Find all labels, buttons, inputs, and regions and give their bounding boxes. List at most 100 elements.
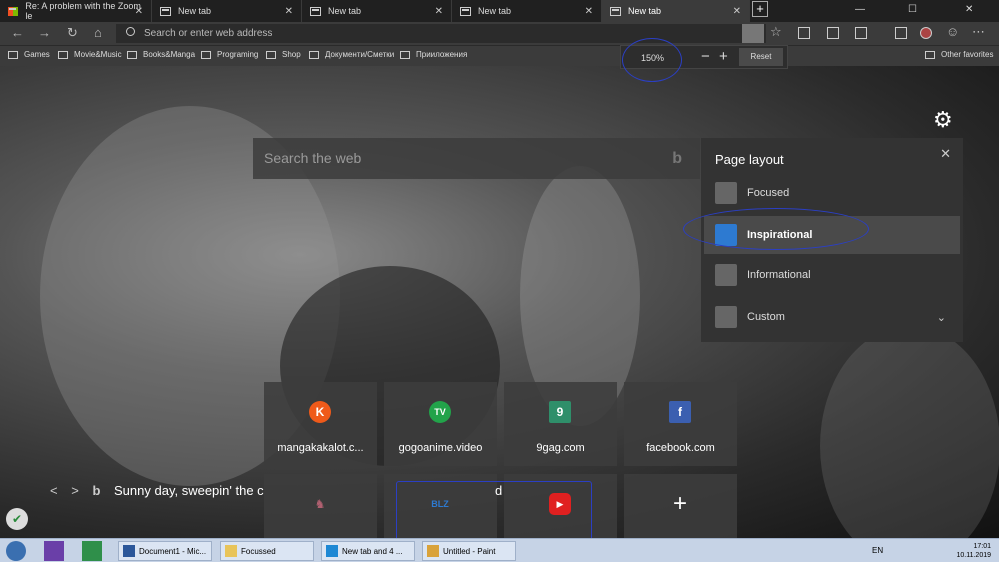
start-button[interactable] — [6, 541, 26, 561]
folder-icon — [400, 50, 410, 59]
tab-3[interactable]: New tab ✕ — [452, 0, 602, 22]
new-tab-button[interactable]: + — [752, 1, 768, 17]
clock-time: 17:01 — [973, 543, 991, 550]
avatar[interactable] — [920, 27, 932, 39]
tab-label: New tab — [178, 6, 212, 16]
shield-icon[interactable]: ✔ — [6, 508, 28, 530]
refresh-icon[interactable]: ↻ — [67, 25, 78, 41]
reading-list-icon[interactable] — [855, 27, 867, 39]
quick-link-tile[interactable]: TV gogoanime.video — [384, 382, 497, 466]
quick-link-tile[interactable]: ♞ — [264, 474, 377, 538]
folder-icon — [225, 545, 237, 557]
taskbar-label: Untitled - Paint — [443, 546, 496, 556]
language-indicator[interactable]: EN — [872, 546, 883, 555]
bookmark-shop[interactable]: Shop — [266, 50, 301, 59]
tab-4[interactable]: New tab ✕ — [602, 0, 750, 22]
favorites-icon[interactable] — [895, 27, 907, 39]
bookmark-games[interactable]: Games — [8, 50, 50, 59]
quick-link-tile[interactable]: K mangakakalot.c... — [264, 382, 377, 466]
next-icon[interactable]: > — [71, 483, 79, 498]
close-icon[interactable]: ✕ — [135, 6, 143, 17]
other-favorites[interactable]: Other favorites — [925, 50, 993, 59]
bing-icon: b — [92, 483, 101, 498]
add-quick-link-button[interactable]: + — [624, 474, 737, 538]
tab-1[interactable]: New tab ✕ — [152, 0, 302, 22]
settings-gear-icon[interactable]: ⚙ — [933, 107, 953, 133]
visual-studio-icon[interactable] — [44, 541, 64, 561]
folder-icon — [266, 50, 276, 59]
tab-label: New tab — [478, 6, 512, 16]
close-icon[interactable]: ✕ — [585, 6, 593, 17]
folder-icon — [8, 50, 18, 59]
taskbar-item-explorer[interactable]: Focussed — [220, 541, 314, 561]
close-window-icon[interactable]: ✕ — [965, 4, 973, 15]
bookmark-movie-music[interactable]: Movie&Music — [58, 50, 122, 59]
9gag-icon: 9 — [549, 401, 571, 423]
clock[interactable]: 17:01 10.11.2019 — [956, 542, 991, 560]
folder-icon — [309, 50, 319, 59]
bing-icon[interactable]: b — [672, 138, 682, 179]
page-icon — [310, 6, 321, 16]
favorite-star-icon[interactable]: ☆ — [770, 24, 782, 40]
address-toolbar: ← → ↻ ⌂ Search or enter web address ☆ ☺ … — [0, 22, 999, 45]
taskbar-label: New tab and 4 ... — [342, 546, 403, 556]
previous-icon[interactable]: < — [50, 483, 58, 498]
minimize-icon[interactable]: — — [855, 4, 865, 15]
screenshot-icon[interactable] — [827, 27, 839, 39]
web-search-input[interactable]: Search the web b — [253, 138, 700, 179]
back-icon[interactable]: ← — [11, 25, 24, 40]
maximize-icon[interactable]: ☐ — [908, 4, 917, 15]
focused-layout-icon — [715, 182, 737, 204]
collections-icon[interactable] — [798, 27, 810, 39]
other-favorites-label: Other favorites — [941, 50, 994, 59]
zoom-indicator-icon[interactable] — [742, 24, 764, 43]
bookmark-books-manga[interactable]: Books&Manga — [127, 50, 195, 59]
news-headline[interactable]: Sunny day, sweepin' the c — [114, 483, 264, 498]
tab-2[interactable]: New tab ✕ — [302, 0, 452, 22]
layout-option-informational[interactable]: Informational — [704, 256, 960, 294]
zoom-out-button[interactable]: − — [701, 48, 710, 65]
search-placeholder: Search the web — [264, 150, 362, 166]
home-icon[interactable]: ⌂ — [94, 25, 102, 40]
taskbar-item-word[interactable]: Document1 - Mic... — [118, 541, 212, 561]
folder-icon — [925, 50, 935, 59]
chevron-down-icon[interactable]: ⌄ — [937, 311, 946, 324]
option-label: Informational — [747, 269, 811, 281]
layout-option-custom[interactable]: Custom ⌄ — [704, 298, 960, 336]
taskbar-label: Focussed — [241, 546, 276, 556]
taskbar-item-edge[interactable]: New tab and 4 ... — [321, 541, 415, 561]
taskbar: Document1 - Mic... Focussed New tab and … — [0, 538, 999, 562]
more-icon[interactable]: ⋯ — [972, 24, 985, 40]
excel-icon[interactable] — [82, 541, 102, 561]
close-icon[interactable]: ✕ — [435, 6, 443, 17]
tab-0[interactable]: Re: A problem with the Zoom le ✕ — [0, 0, 152, 22]
close-icon[interactable]: ✕ — [733, 6, 741, 17]
tile-label: 9gag.com — [536, 442, 585, 454]
news-ticker: < > b Sunny day, sweepin' the c — [50, 483, 264, 498]
search-icon — [126, 27, 135, 36]
zoom-reset-button[interactable]: Reset — [739, 48, 783, 66]
edge-icon — [326, 545, 338, 557]
page-icon — [610, 6, 621, 16]
facebook-icon: f — [669, 401, 691, 423]
game-icon: ♞ — [314, 497, 326, 511]
quick-link-tile[interactable]: f facebook.com — [624, 382, 737, 466]
pencil-icon — [715, 306, 737, 328]
forward-icon[interactable]: → — [38, 25, 51, 40]
bookmark-applications[interactable]: Прииложения — [400, 50, 467, 59]
bookmark-programing[interactable]: Programing — [201, 50, 258, 59]
bookmark-documents[interactable]: Документи/Сметки — [309, 50, 394, 59]
emoji-icon[interactable]: ☺ — [946, 24, 959, 39]
close-icon[interactable]: ✕ — [940, 146, 951, 162]
close-icon[interactable]: ✕ — [285, 6, 293, 17]
zoom-in-button[interactable]: + — [719, 48, 728, 65]
address-input[interactable]: Search or enter web address — [116, 24, 766, 43]
background-figure — [820, 326, 999, 538]
layout-option-focused[interactable]: Focused — [704, 174, 960, 212]
taskbar-item-paint[interactable]: Untitled - Paint — [422, 541, 516, 561]
clock-date: 10.11.2019 — [956, 552, 991, 559]
favorites-bar: Games Movie&Music Books&Manga Programing… — [0, 45, 999, 66]
folder-icon — [127, 50, 137, 59]
page-icon — [160, 6, 171, 16]
quick-link-tile[interactable]: 9 9gag.com — [504, 382, 617, 466]
